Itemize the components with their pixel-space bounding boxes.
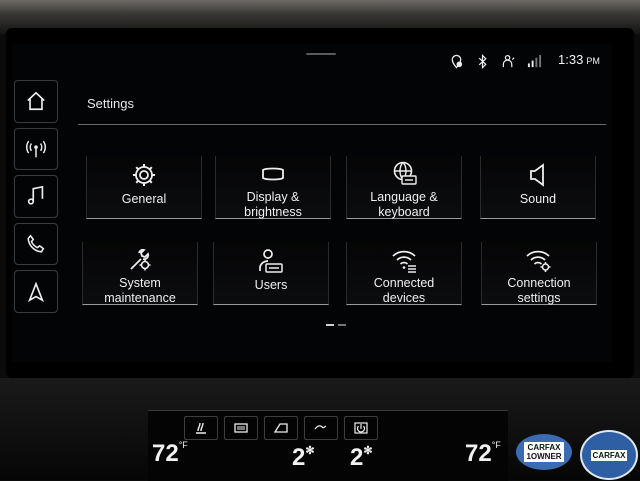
tile-connected-devices[interactable]: Connected devices — [346, 242, 462, 305]
page-title: Settings — [87, 96, 134, 111]
fan-icon: ✻ — [305, 445, 315, 457]
globe-keyboard-icon — [393, 161, 417, 185]
wifi-gear-icon — [526, 250, 551, 272]
signal-icon[interactable] — [526, 53, 542, 69]
title-divider — [78, 124, 606, 125]
left-fan-speed[interactable]: 2✻ — [292, 444, 315, 472]
radio-icon — [26, 140, 46, 158]
page-dot — [338, 324, 346, 326]
phone-button[interactable] — [14, 222, 58, 266]
clock-ampm: PM — [586, 56, 600, 66]
side-navigation-rail — [14, 80, 60, 318]
left-temp-unit: °F — [178, 440, 188, 450]
page-dot-active — [326, 324, 334, 326]
carfax-owner-text: CARFAX 1OWNER — [524, 442, 564, 462]
music-icon — [27, 186, 44, 206]
pull-down-handle[interactable] — [306, 53, 336, 55]
tile-display-brightness[interactable]: Display & brightness — [215, 156, 331, 219]
user-profile-icon[interactable] — [500, 53, 516, 69]
left-fan-value: 2 — [292, 444, 306, 471]
rear-defrost-icon — [234, 423, 248, 433]
user-icon — [259, 249, 283, 273]
recirculation-icon — [273, 423, 288, 433]
navigation-icon — [27, 281, 45, 302]
speaker-icon — [530, 163, 544, 187]
home-icon — [27, 91, 45, 111]
home-button[interactable] — [14, 80, 58, 123]
tile-label: Connection settings — [507, 276, 571, 305]
tile-label: Display & brightness — [244, 190, 302, 219]
right-temperature[interactable]: 72°F — [465, 440, 501, 468]
tile-language-keyboard[interactable]: Language & keyboard — [346, 156, 462, 219]
right-temp-value: 72 — [465, 440, 492, 467]
clock: 1:33 PM — [558, 52, 600, 67]
clock-time: 1:33 — [558, 52, 584, 67]
tile-label: Users — [254, 278, 288, 292]
seat-heat-icon — [196, 422, 206, 434]
right-fan-speed[interactable]: 2✻ — [350, 444, 373, 472]
carfax-guarantee-text: CARFAX — [590, 449, 628, 461]
tile-users[interactable]: Users — [213, 242, 329, 305]
tile-label: Connected devices — [373, 276, 435, 305]
wifi-device-icon — [392, 250, 416, 273]
radio-button[interactable] — [14, 127, 58, 171]
tile-system-maintenance[interactable]: System maintenance — [82, 242, 198, 305]
tile-sound[interactable]: Sound — [480, 156, 596, 219]
tile-label: General — [121, 192, 167, 206]
carfax-one-owner-badge: CARFAX 1OWNER — [516, 434, 572, 470]
gear-icon — [133, 164, 155, 186]
navigation-button[interactable] — [14, 270, 58, 313]
right-temp-unit: °F — [491, 440, 501, 450]
tile-connection-settings[interactable]: Connection settings — [481, 242, 597, 305]
bluetooth-icon[interactable] — [474, 53, 490, 69]
climate-buttons — [184, 416, 474, 440]
page-indicator — [326, 324, 346, 326]
location-icon[interactable] — [448, 53, 464, 69]
phone-icon — [27, 234, 45, 253]
music-button[interactable] — [14, 175, 58, 218]
rear-defrost-button[interactable] — [224, 416, 258, 440]
power-icon — [354, 422, 368, 434]
left-temp-value: 72 — [152, 440, 179, 467]
fan-icon: ✻ — [363, 445, 373, 457]
air-flow-button[interactable] — [304, 416, 338, 440]
recirculation-button[interactable] — [264, 416, 298, 440]
left-temperature[interactable]: 72°F — [152, 440, 188, 468]
tile-general[interactable]: General — [86, 156, 202, 219]
carfax-guarantee-badge: CARFAX — [580, 430, 638, 480]
tile-label: Sound — [519, 192, 557, 206]
right-fan-value: 2 — [350, 444, 364, 471]
air-flow-icon — [314, 425, 327, 430]
tile-label: System maintenance — [104, 276, 176, 305]
tile-label: Language & keyboard — [370, 190, 438, 219]
display-icon — [262, 167, 284, 181]
power-button[interactable] — [344, 416, 378, 440]
seat-heat-button[interactable] — [184, 416, 218, 440]
wrench-gear-icon — [130, 248, 151, 271]
